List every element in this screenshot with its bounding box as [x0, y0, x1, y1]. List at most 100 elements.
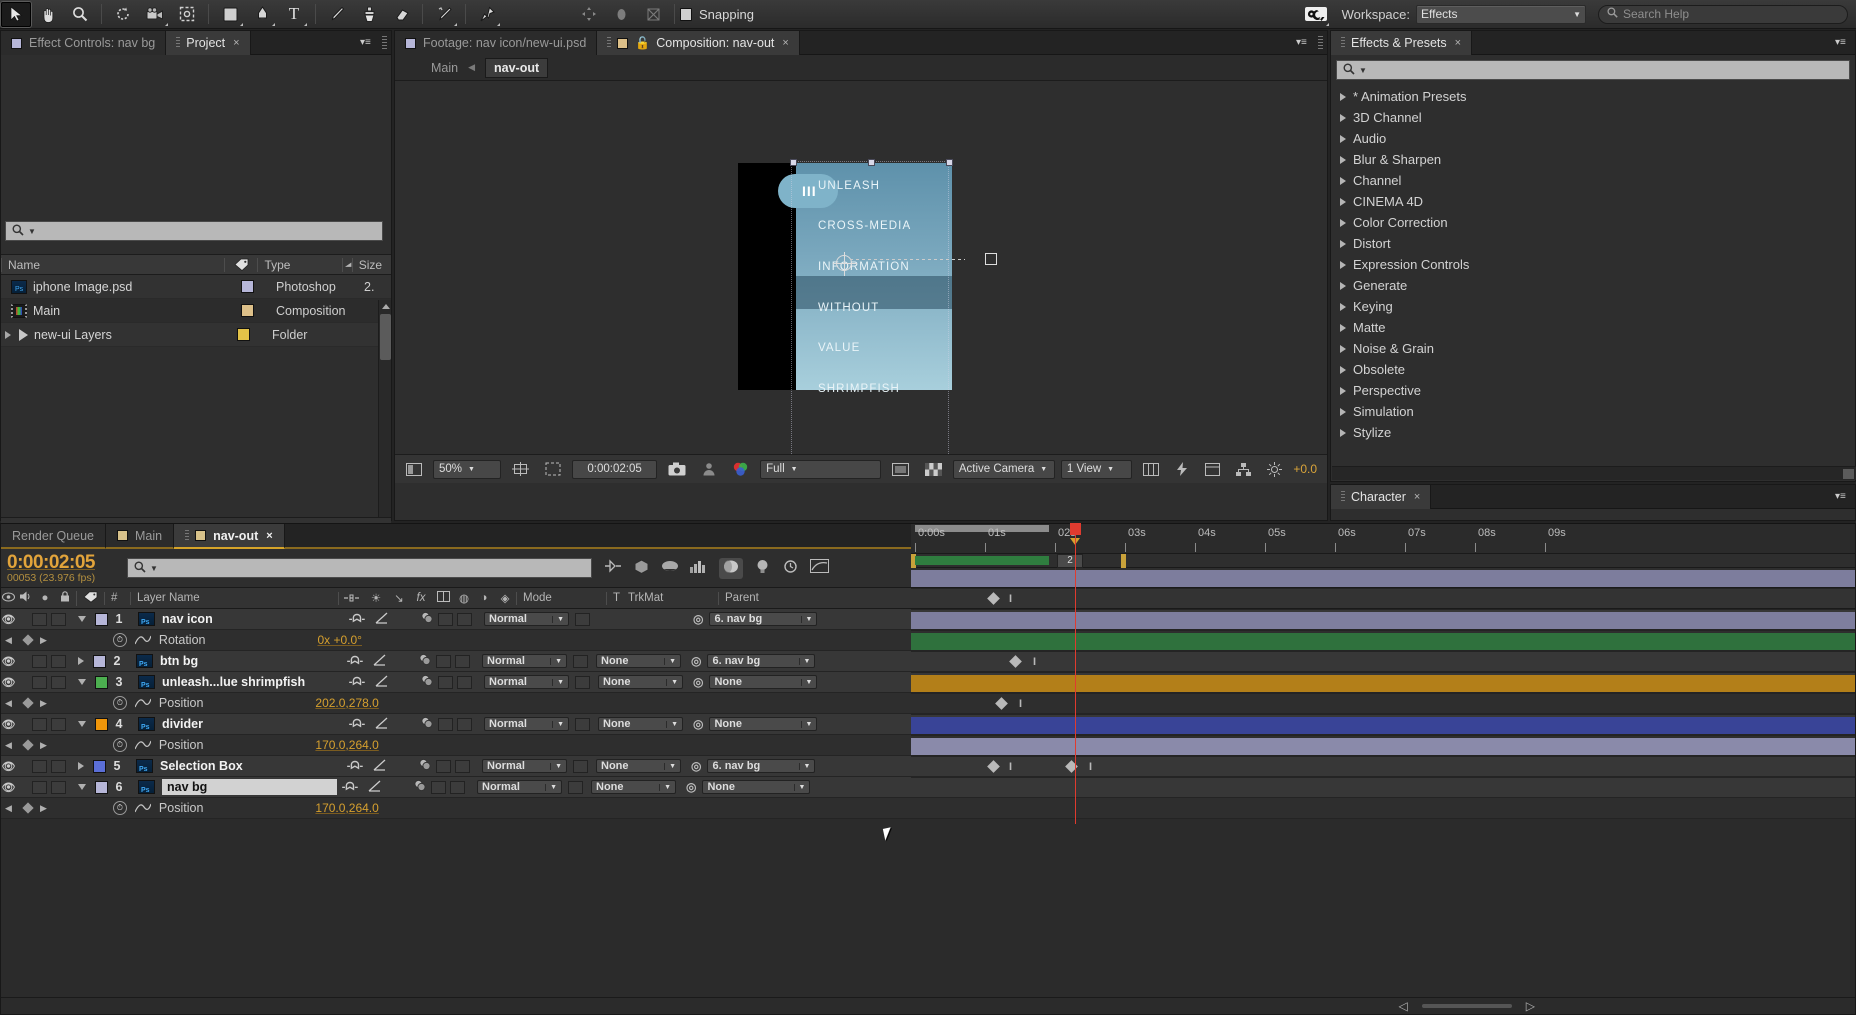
- pen-tool[interactable]: [247, 2, 277, 27]
- switch-parent-icon[interactable]: -ᗣ-: [337, 781, 363, 794]
- column-header-type[interactable]: Type: [257, 258, 341, 272]
- workspace-select[interactable]: Effects ▼: [1416, 5, 1586, 24]
- disclosure-triangle-icon[interactable]: [1340, 156, 1346, 164]
- keyframe-toggle-diamond[interactable]: [22, 802, 33, 813]
- effects-category-cinema-4d[interactable]: CINEMA 4D: [1331, 191, 1855, 212]
- breadcrumb-root[interactable]: Main: [431, 61, 458, 75]
- column-header-size[interactable]: Size: [352, 258, 391, 272]
- breadcrumb-current[interactable]: nav-out: [485, 58, 548, 78]
- graph-curve-icon[interactable]: [135, 801, 151, 816]
- snapping-checkbox[interactable]: [680, 8, 692, 21]
- layer-name[interactable]: nav bg: [162, 779, 337, 795]
- keyframe-hold-marker[interactable]: I: [1019, 698, 1022, 710]
- solo-toggle[interactable]: [51, 718, 66, 731]
- layer-label-swatch[interactable]: [95, 613, 108, 626]
- switch-quality-icon[interactable]: [368, 654, 392, 669]
- layer-disclosure-triangle[interactable]: [78, 784, 86, 790]
- layer-mode-select[interactable]: Normal▼: [482, 654, 567, 668]
- switch-3d-layer[interactable]: [457, 718, 472, 731]
- tab-composition-nav-out[interactable]: 🔓 Composition: nav-out ×: [597, 31, 800, 55]
- parent-select[interactable]: None▼: [702, 780, 810, 794]
- graph-curve-icon[interactable]: [135, 696, 151, 711]
- switch-3d-layer[interactable]: [450, 781, 465, 794]
- graph-editor-icon[interactable]: [810, 559, 829, 577]
- property-value[interactable]: 170.0,264.0: [315, 801, 378, 815]
- motion-path-endpoint[interactable]: [985, 253, 997, 265]
- layer-name[interactable]: nav icon: [162, 612, 344, 626]
- shape-tool[interactable]: [215, 2, 245, 27]
- switch-parent-icon[interactable]: -ᗣ-: [344, 613, 370, 626]
- track-matte-select[interactable]: None▼: [596, 759, 681, 773]
- keyframe-next-icon[interactable]: ▶: [40, 803, 47, 814]
- search-help-input[interactable]: Search Help: [1598, 5, 1848, 24]
- parent-pickwhip-icon[interactable]: ◎: [691, 759, 701, 773]
- switch-parent-icon[interactable]: -ᗣ-: [344, 718, 370, 731]
- region-of-interest-icon[interactable]: [540, 460, 566, 479]
- timeline-zoom-in-icon[interactable]: ▷: [1526, 999, 1535, 1013]
- keyframe-marker[interactable]: [995, 697, 1008, 710]
- switch-fx-icon[interactable]: [416, 716, 438, 732]
- preserve-transparency-toggle[interactable]: [575, 676, 590, 689]
- project-row-main[interactable]: Main Composition: [1, 299, 391, 323]
- timeline-track-unleash-lue-shrimpfish[interactable]: [911, 631, 1855, 652]
- keyframe-toggle-diamond[interactable]: [22, 634, 33, 645]
- video-toggle[interactable]: 👁: [1, 655, 16, 668]
- switch-fx-icon[interactable]: [409, 779, 431, 795]
- audio-toggle[interactable]: [32, 655, 47, 668]
- tab-character[interactable]: Character ×: [1331, 485, 1431, 509]
- marker-box[interactable]: 2: [1057, 554, 1083, 568]
- tab-footage[interactable]: Footage: nav icon/new-ui.psd: [395, 31, 597, 55]
- comp-flowchart-icon[interactable]: [1231, 460, 1256, 479]
- layer-disclosure-triangle[interactable]: [78, 679, 86, 685]
- column-header-t[interactable]: T: [606, 592, 628, 605]
- preserve-transparency-toggle[interactable]: [573, 655, 588, 668]
- switch-parent-icon[interactable]: -ᗣ-: [342, 760, 368, 773]
- layer-name[interactable]: btn bg: [160, 654, 342, 668]
- timeline-keyframe-track-nav-icon-rotation[interactable]: I: [911, 589, 1855, 610]
- timeline-ruler[interactable]: 0:00s01s02s03s04s05s06s07s08s09s: [911, 524, 1855, 554]
- region-of-interest-toggle-icon[interactable]: [887, 460, 914, 479]
- resolution-select[interactable]: Full ▼: [760, 460, 881, 479]
- tab-effect-controls[interactable]: Effect Controls: nav bg: [1, 31, 166, 55]
- timeline-track-divider[interactable]: [911, 673, 1855, 694]
- tab-effects-and-presets[interactable]: Effects & Presets ×: [1331, 31, 1472, 55]
- rotation-tool[interactable]: [108, 2, 138, 27]
- effects-category-blur-sharpen[interactable]: Blur & Sharpen: [1331, 149, 1855, 170]
- switch-quality-icon[interactable]: [363, 780, 387, 795]
- project-row-new-ui-layers[interactable]: new-ui Layers Folder: [1, 323, 391, 347]
- timeline-keyframe-track-nav-bg-position[interactable]: II: [911, 757, 1855, 778]
- always-preview-icon[interactable]: [401, 460, 427, 479]
- parent-select[interactable]: 6. nav bg▼: [707, 654, 815, 668]
- disclosure-triangle-icon[interactable]: [1340, 177, 1346, 185]
- disclosure-triangle-icon[interactable]: [1340, 387, 1346, 395]
- panel-menu-icon[interactable]: ▾≡: [1835, 37, 1851, 49]
- show-channel-icon[interactable]: [727, 460, 754, 479]
- property-value[interactable]: 170.0,264.0: [315, 738, 378, 752]
- switch-3d-layer[interactable]: [457, 613, 472, 626]
- parent-select[interactable]: None▼: [709, 717, 817, 731]
- close-icon[interactable]: ×: [233, 37, 239, 49]
- switch-motion-blur[interactable]: [438, 718, 453, 731]
- stopwatch-icon[interactable]: ⏱: [113, 633, 127, 647]
- effects-category-3d-channel[interactable]: 3D Channel: [1331, 107, 1855, 128]
- timeline-zoom-slider[interactable]: [1422, 1004, 1512, 1008]
- show-snapshot-icon[interactable]: [697, 460, 721, 479]
- keyframe-prev-icon[interactable]: ◀: [1, 803, 16, 814]
- scroll-up-icon[interactable]: [382, 304, 390, 309]
- panel-menu-icon[interactable]: ▾≡: [1296, 37, 1312, 49]
- keyframe-hold-marker[interactable]: I: [1009, 761, 1012, 773]
- effects-category-matte[interactable]: Matte: [1331, 317, 1855, 338]
- camera-tool[interactable]: [140, 2, 170, 27]
- project-item-label-swatch[interactable]: [237, 328, 250, 341]
- column-header-number[interactable]: #: [104, 592, 130, 605]
- track-matte-select[interactable]: None▼: [591, 780, 676, 794]
- scrollbar-thumb[interactable]: [1843, 469, 1854, 479]
- scrollbar-thumb[interactable]: [380, 314, 391, 360]
- selection-tool[interactable]: [1, 2, 31, 27]
- lock-icon[interactable]: 🔓: [635, 36, 650, 50]
- video-toggle[interactable]: 👁: [1, 613, 16, 626]
- switch-fx-icon[interactable]: [416, 611, 438, 627]
- solo-toggle[interactable]: [51, 613, 66, 626]
- effects-category-keying[interactable]: Keying: [1331, 296, 1855, 317]
- video-toggle[interactable]: 👁: [1, 718, 16, 731]
